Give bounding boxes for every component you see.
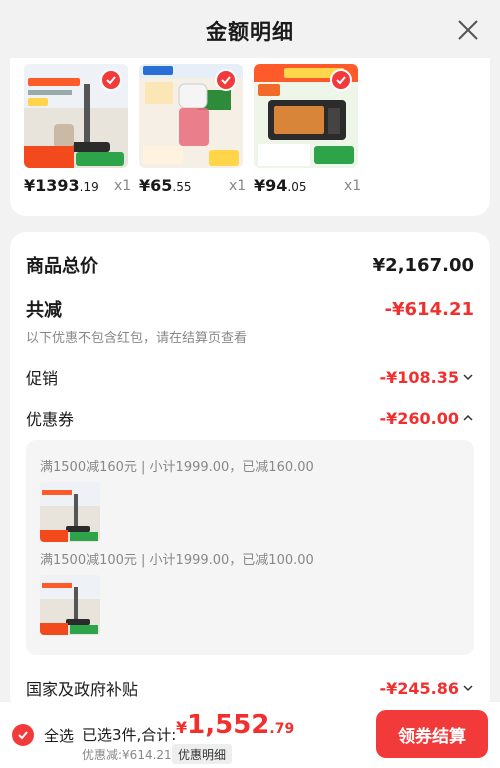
chevron-down-icon <box>463 374 473 381</box>
product-image <box>24 64 128 168</box>
coupon-detail-box: 满1500减160元 | 小计1999.00，已减160.00 满1500减10… <box>26 440 474 655</box>
coupon-label: 优惠券 <box>26 410 75 429</box>
modal-title: 金额明细 <box>206 20 294 44</box>
selected-check-icon[interactable] <box>330 69 352 91</box>
selected-count: 已选3件,合计: <box>82 726 177 744</box>
product-list: ¥1393.19 x1 ¥65.55 x1 ¥94.05 x1 <box>10 58 490 216</box>
total-reduction-label: 共减 <box>26 300 62 321</box>
coupon-product-image <box>40 575 100 635</box>
product-qty: x1 <box>114 178 132 194</box>
checkout-button[interactable]: 领券结算 <box>376 710 488 758</box>
selected-check-icon[interactable] <box>215 69 237 91</box>
product-image <box>254 64 358 168</box>
selected-check-icon[interactable] <box>100 69 122 91</box>
promo-value: -¥108.35 <box>379 367 459 387</box>
reduction-note: 以下优惠不包含红包，请在结算页查看 <box>26 331 248 346</box>
product-item[interactable]: ¥94.05 x1 <box>254 64 364 195</box>
product-item[interactable]: ¥1393.19 x1 <box>24 64 134 195</box>
total-reduction-row: 共减 -¥614.21 <box>26 296 474 322</box>
coupon-detail-line: 满1500减100元 | 小计1999.00，已减100.00 <box>40 553 314 568</box>
promo-label: 促销 <box>26 369 59 388</box>
discount-note: 优惠减:¥614.21 <box>82 748 172 762</box>
promo-row[interactable]: 促销 -¥108.35 <box>26 365 474 389</box>
total-amount: ¥1,552.79 <box>176 710 295 740</box>
subsidy-row[interactable]: 国家及政府补贴 -¥245.86 <box>26 676 474 700</box>
goods-total-label: 商品总价 <box>26 256 98 277</box>
total-reduction-value: -¥614.21 <box>384 298 474 320</box>
product-item[interactable]: ¥65.55 x1 <box>139 64 249 195</box>
goods-total-value: ¥2,167.00 <box>372 254 474 276</box>
modal-header: 金额明细 <box>0 0 500 62</box>
checkout-bar: 全选 已选3件,合计: ¥1,552.79 优惠减:¥614.21 优惠明细 领… <box>0 702 500 768</box>
coupon-detail-line: 满1500减160元 | 小计1999.00，已减160.00 <box>40 460 314 475</box>
promo-value-group: -¥108.35 <box>379 368 474 387</box>
subsidy-value: -¥245.86 <box>379 678 459 698</box>
coupon-product-image <box>40 482 100 542</box>
coupon-value: -¥260.00 <box>379 408 459 428</box>
select-all-check-icon[interactable] <box>12 724 34 746</box>
discount-detail-button[interactable]: 优惠明细 <box>172 744 233 764</box>
goods-total-row: 商品总价 ¥2,167.00 <box>26 252 474 278</box>
product-qty: x1 <box>344 178 362 194</box>
price-summary: 商品总价 ¥2,167.00 共减 -¥614.21 以下优惠不包含红包，请在结… <box>10 232 490 712</box>
product-price: ¥65.55 <box>139 176 192 195</box>
select-all-label[interactable]: 全选 <box>44 725 74 746</box>
product-image <box>139 64 243 168</box>
coupon-row[interactable]: 优惠券 -¥260.00 <box>26 406 474 430</box>
product-price: ¥94.05 <box>254 176 307 195</box>
coupon-value-group: -¥260.00 <box>379 409 474 428</box>
product-price: ¥1393.19 <box>24 176 99 195</box>
subsidy-value-group: -¥245.86 <box>379 679 474 698</box>
product-qty: x1 <box>229 178 247 194</box>
chevron-up-icon <box>463 414 473 421</box>
subsidy-label: 国家及政府补贴 <box>26 680 139 699</box>
close-icon[interactable] <box>454 16 482 44</box>
chevron-down-icon <box>463 685 473 692</box>
